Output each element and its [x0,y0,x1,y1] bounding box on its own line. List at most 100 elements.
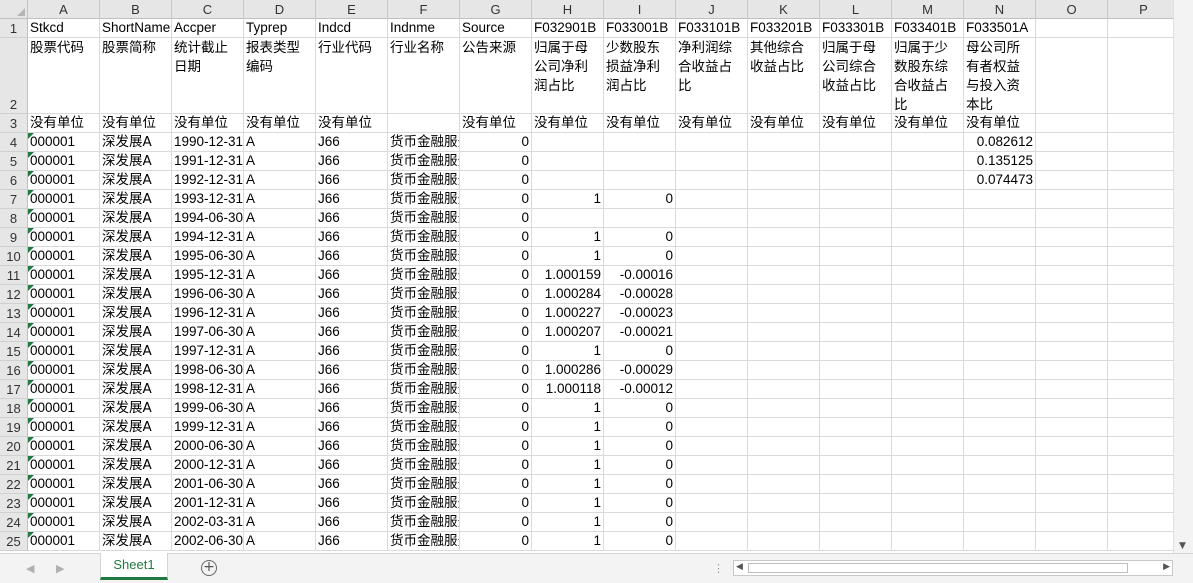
row-header-25[interactable]: 25 [0,532,28,551]
cell-g24[interactable]: 0 [460,513,532,532]
cell-c9[interactable]: 1994-12-31 [172,228,244,247]
cell-f8[interactable]: 货币金融服务 [388,209,460,228]
cell-n20[interactable] [964,437,1036,456]
cell-l8[interactable] [820,209,892,228]
cell-j5[interactable] [676,152,748,171]
cell-i14[interactable]: -0.00021 [604,323,676,342]
cell-n11[interactable] [964,266,1036,285]
cell-i12[interactable]: -0.00028 [604,285,676,304]
cell-n25[interactable] [964,532,1036,551]
cell-o13[interactable] [1036,304,1108,323]
cell-i5[interactable] [604,152,676,171]
cell-e11[interactable]: J66 [316,266,388,285]
cell-c23[interactable]: 2001-12-31 [172,494,244,513]
cell-d8[interactable]: A [244,209,316,228]
cell-d14[interactable]: A [244,323,316,342]
cell-o7[interactable] [1036,190,1108,209]
cell-a4[interactable]: 000001 [28,133,100,152]
cell-o5[interactable] [1036,152,1108,171]
cell-b10[interactable]: 深发展A [100,247,172,266]
cell-d2[interactable]: 报表类型编码 [244,38,316,114]
cell-g16[interactable]: 0 [460,361,532,380]
cell-i25[interactable]: 0 [604,532,676,551]
cell-d3[interactable]: 没有单位 [244,114,316,133]
cell-c1[interactable]: Accper [172,19,244,38]
cell-h3[interactable]: 没有单位 [532,114,604,133]
cell-o1[interactable] [1036,19,1108,38]
column-header-e[interactable]: E [316,0,388,19]
cell-o14[interactable] [1036,323,1108,342]
cell-a22[interactable]: 000001 [28,475,100,494]
cell-i24[interactable]: 0 [604,513,676,532]
cell-h16[interactable]: 1.000286 [532,361,604,380]
cell-c6[interactable]: 1992-12-31 [172,171,244,190]
cell-p7[interactable] [1108,190,1180,209]
cell-d23[interactable]: A [244,494,316,513]
cell-g8[interactable]: 0 [460,209,532,228]
cell-b4[interactable]: 深发展A [100,133,172,152]
cell-n13[interactable] [964,304,1036,323]
cell-j10[interactable] [676,247,748,266]
cell-f14[interactable]: 货币金融服务 [388,323,460,342]
cell-a15[interactable]: 000001 [28,342,100,361]
cell-j9[interactable] [676,228,748,247]
cell-d6[interactable]: A [244,171,316,190]
cell-d24[interactable]: A [244,513,316,532]
cell-b21[interactable]: 深发展A [100,456,172,475]
cell-n4[interactable]: 0.082612 [964,133,1036,152]
cell-o19[interactable] [1036,418,1108,437]
cell-m8[interactable] [892,209,964,228]
select-all-corner[interactable] [0,0,28,19]
cell-p20[interactable] [1108,437,1180,456]
cell-k16[interactable] [748,361,820,380]
cell-m10[interactable] [892,247,964,266]
cell-e2[interactable]: 行业代码 [316,38,388,114]
cell-l7[interactable] [820,190,892,209]
cell-g14[interactable]: 0 [460,323,532,342]
cell-h18[interactable]: 1 [532,399,604,418]
cell-p17[interactable] [1108,380,1180,399]
row-header-21[interactable]: 21 [0,456,28,475]
cell-e9[interactable]: J66 [316,228,388,247]
cell-p2[interactable] [1108,38,1180,114]
row-header-18[interactable]: 18 [0,399,28,418]
cell-f24[interactable]: 货币金融服务 [388,513,460,532]
cell-p18[interactable] [1108,399,1180,418]
cell-d19[interactable]: A [244,418,316,437]
cell-i2[interactable]: 少数股东损益净利润占比 [604,38,676,114]
row-header-15[interactable]: 15 [0,342,28,361]
triangle-right-icon[interactable]: ▶ [56,562,64,575]
cell-o16[interactable] [1036,361,1108,380]
row-header-12[interactable]: 12 [0,285,28,304]
cell-c2[interactable]: 统计截止日期 [172,38,244,114]
cell-i1[interactable]: F033001B [604,19,676,38]
row-header-5[interactable]: 5 [0,152,28,171]
cell-h13[interactable]: 1.000227 [532,304,604,323]
cell-o17[interactable] [1036,380,1108,399]
cell-e23[interactable]: J66 [316,494,388,513]
column-header-h[interactable]: H [532,0,604,19]
cell-i3[interactable]: 没有单位 [604,114,676,133]
cell-l22[interactable] [820,475,892,494]
cell-m18[interactable] [892,399,964,418]
cell-b11[interactable]: 深发展A [100,266,172,285]
cell-h7[interactable]: 1 [532,190,604,209]
cell-m7[interactable] [892,190,964,209]
cell-h19[interactable]: 1 [532,418,604,437]
cell-n5[interactable]: 0.135125 [964,152,1036,171]
column-header-g[interactable]: G [460,0,532,19]
cell-e17[interactable]: J66 [316,380,388,399]
cell-l14[interactable] [820,323,892,342]
cell-f4[interactable]: 货币金融服务 [388,133,460,152]
cell-g17[interactable]: 0 [460,380,532,399]
cell-e14[interactable]: J66 [316,323,388,342]
cell-b16[interactable]: 深发展A [100,361,172,380]
cell-b3[interactable]: 没有单位 [100,114,172,133]
cell-f17[interactable]: 货币金融服务 [388,380,460,399]
cell-o12[interactable] [1036,285,1108,304]
cell-c24[interactable]: 2002-03-31 [172,513,244,532]
cell-c7[interactable]: 1993-12-31 [172,190,244,209]
cell-h25[interactable]: 1 [532,532,604,551]
cell-i7[interactable]: 0 [604,190,676,209]
cell-g22[interactable]: 0 [460,475,532,494]
